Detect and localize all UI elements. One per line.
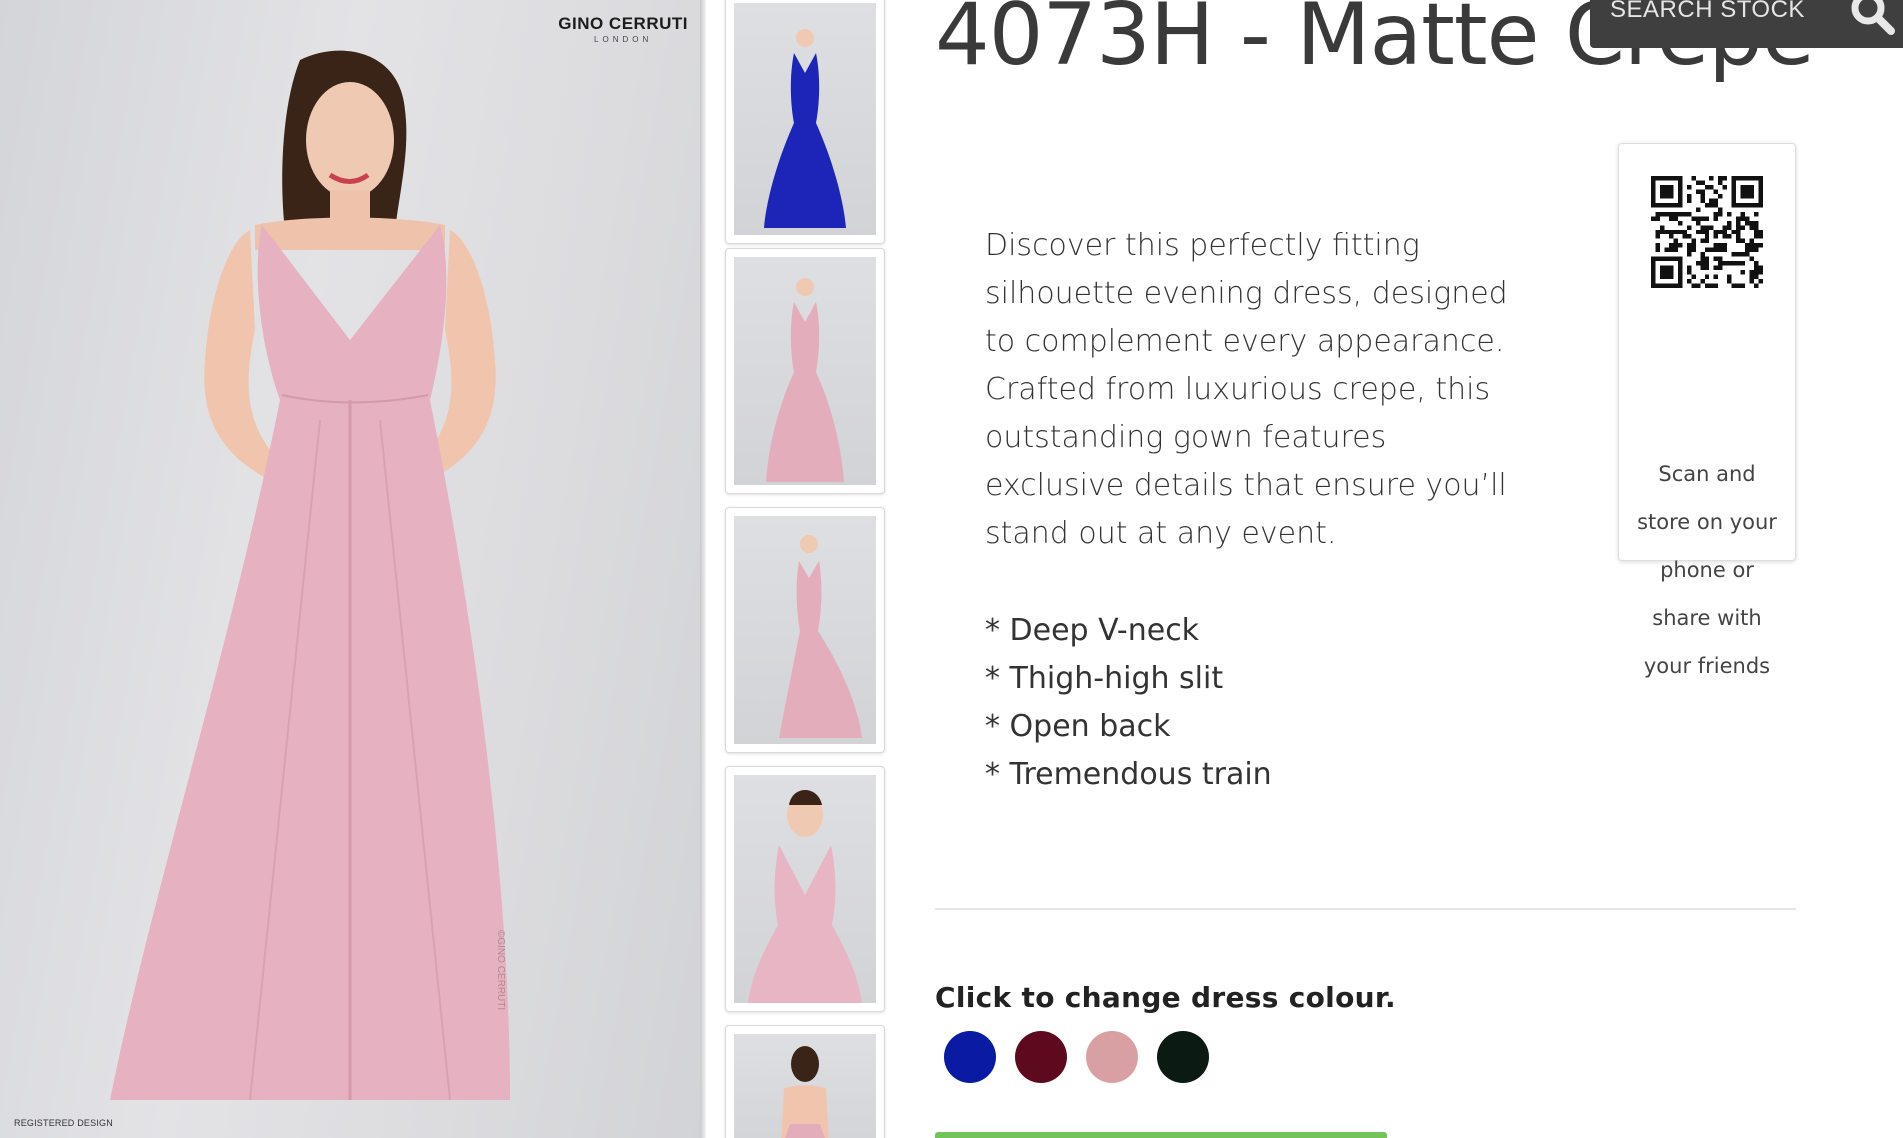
model-in-dress-illustration: ©GINO CERRUTI [110, 50, 510, 1101]
colour-swatch-dark-green[interactable] [1157, 1031, 1209, 1083]
colour-swatch-royal-blue[interactable] [944, 1031, 996, 1083]
qr-code-card[interactable]: Scan and store on your phone or share wi… [1618, 143, 1796, 678]
search-stock-label: SEARCH STOCK [1610, 0, 1805, 23]
qr-caption-line: share with [1652, 606, 1762, 630]
qr-caption-line: Scan and [1658, 462, 1756, 486]
feature-list: * Deep V-neck * Thigh-high slit * Open b… [985, 607, 1272, 799]
qr-caption-line: phone or [1660, 558, 1754, 582]
product-description: Discover this perfectly fitting silhouet… [985, 228, 1508, 551]
search-icon [1848, 0, 1896, 40]
search-stock-button[interactable]: SEARCH STOCK [1590, 0, 1903, 48]
qr-caption: Scan and store on your phone or share wi… [1629, 450, 1785, 690]
thumbnail-dress-illustration [766, 278, 844, 482]
feature-item: * Deep V-neck [985, 613, 1200, 648]
thumbnail-dress-illustration [764, 29, 846, 228]
colour-picker-heading: Click to change dress colour. [935, 981, 1396, 1014]
section-divider [935, 908, 1796, 910]
qr-caption-line: store on your [1637, 510, 1777, 534]
thumbnail-dress-illustration [781, 1046, 829, 1138]
thumbnail-dress-illustration [748, 790, 862, 1003]
colour-swatch-burgundy[interactable] [1015, 1031, 1067, 1083]
feature-item: * Thigh-high slit [985, 661, 1224, 696]
main-product-image[interactable]: ©GINO CERRUTI GINO CERRUTI LONDON REGIST… [0, 0, 704, 1138]
thumbnail-5[interactable] [725, 1025, 885, 1138]
brand-name: GINO CERRUTI [558, 14, 688, 33]
qr-code-icon [1651, 176, 1763, 288]
thumbnail-1[interactable] [725, 0, 885, 244]
brand-logo: GINO CERRUTI LONDON [558, 14, 688, 44]
colour-swatch-blush-pink[interactable] [1086, 1031, 1138, 1083]
feature-item: * Tremendous train [985, 757, 1272, 792]
qr-caption-line: your friends [1643, 654, 1771, 678]
colour-swatches [944, 1031, 1209, 1083]
registered-design-label: REGISTERED DESIGN [14, 1118, 113, 1128]
thumbnail-dress-illustration [779, 535, 862, 738]
svg-text:©GINO CERRUTI: ©GINO CERRUTI [495, 930, 506, 1010]
feature-item: * Open back [985, 709, 1171, 744]
thumbnail-strip [725, 0, 885, 1138]
brand-city: LONDON [594, 35, 653, 44]
thumbnail-3[interactable] [725, 507, 885, 753]
image-divider [700, 0, 706, 1138]
thumbnail-2[interactable] [725, 248, 885, 494]
add-to-cart-button[interactable] [935, 1132, 1387, 1138]
thumbnail-4[interactable] [725, 766, 885, 1012]
